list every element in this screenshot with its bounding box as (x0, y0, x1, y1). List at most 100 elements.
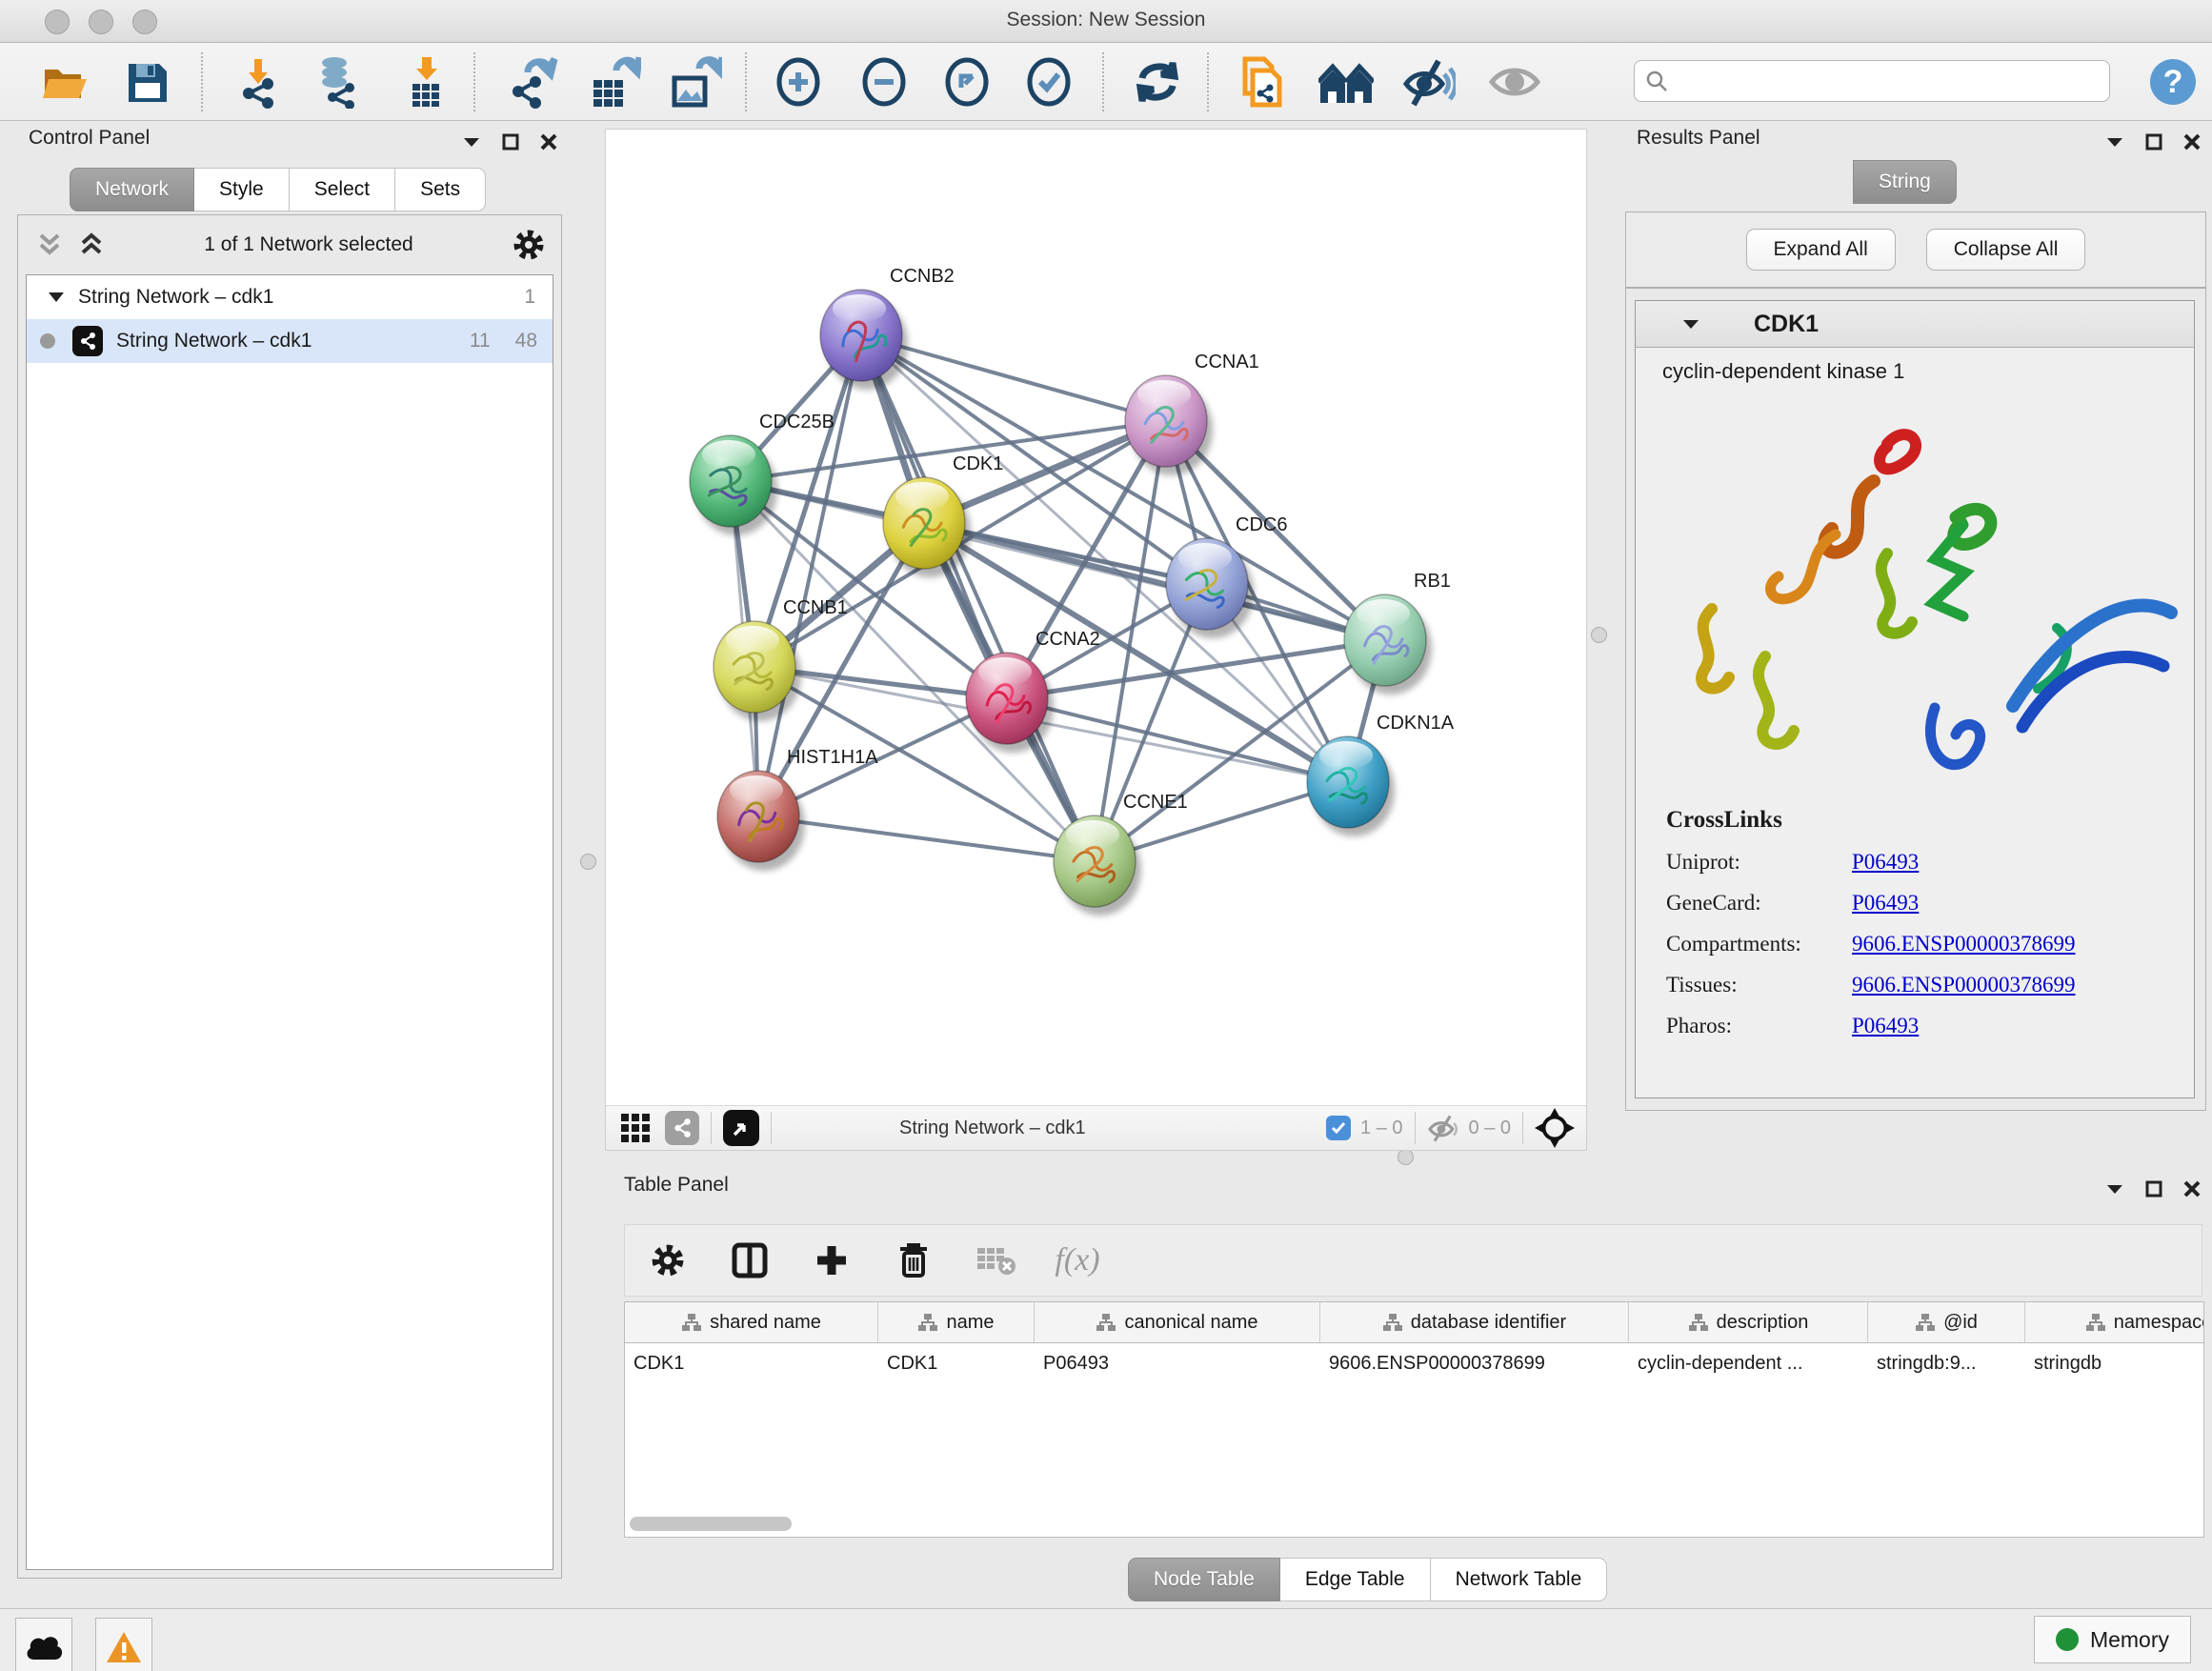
tab-network[interactable]: Network (70, 168, 194, 211)
crosslink-link[interactable]: P06493 (1852, 850, 1919, 875)
crosslink-link[interactable]: P06493 (1852, 891, 1919, 916)
table-cell[interactable]: P06493 (1035, 1343, 1320, 1383)
network-canvas[interactable]: CCNB2CCNA1CDC25BCDK1CDC6RB1CCNB1CCNA2CDK… (605, 129, 1587, 1107)
crosslink-link[interactable]: 9606.ENSP00000378699 (1852, 932, 2076, 956)
column-header-name[interactable]: name (878, 1302, 1035, 1342)
tab-network-table[interactable]: Network Table (1431, 1558, 1608, 1601)
panel-close-icon[interactable] (2183, 133, 2201, 151)
paste-style-button[interactable] (1235, 54, 1290, 110)
gear-icon[interactable] (512, 228, 546, 262)
help-button[interactable]: ? (2145, 54, 2201, 110)
network-graph[interactable]: CCNB2CCNA1CDC25BCDK1CDC6RB1CCNB1CCNA2CDK… (606, 130, 1586, 1106)
memory-button[interactable]: Memory (2034, 1616, 2191, 1663)
panel-menu-icon[interactable] (2105, 135, 2124, 149)
network-overview-button[interactable] (1318, 54, 1374, 110)
panel-float-icon[interactable] (2145, 1180, 2162, 1198)
zoom-fit-button[interactable] (939, 54, 995, 110)
tab-style[interactable]: Style (194, 168, 290, 211)
export-network-button[interactable] (506, 54, 561, 110)
tab-edge-table[interactable]: Edge Table (1280, 1558, 1431, 1601)
network-node-RB1[interactable]: RB1 (1344, 571, 1451, 695)
network-collection-row[interactable]: String Network – cdk1 1 (27, 275, 553, 319)
tab-select[interactable]: Select (290, 168, 395, 211)
table-settings-button[interactable] (646, 1238, 690, 1282)
zoom-out-button[interactable] (856, 54, 912, 110)
collapse-all-chevrons-icon[interactable] (35, 232, 64, 258)
network-node-CDKN1A[interactable]: CDKN1A (1307, 713, 1455, 836)
network-edge[interactable] (758, 335, 861, 816)
network-node-HIST1H1A[interactable]: HIST1H1A (717, 747, 878, 871)
network-node-CCNA1[interactable]: CCNA1 (1125, 352, 1259, 475)
import-table-file-button[interactable] (398, 54, 453, 110)
network-edge[interactable] (924, 523, 1385, 640)
show-columns-button[interactable] (728, 1238, 772, 1282)
table-horizontal-scrollbar[interactable] (630, 1517, 792, 1531)
warnings-button[interactable] (95, 1618, 152, 1671)
left-splitter-handle[interactable] (580, 854, 596, 870)
column-header-namespace[interactable]: namespace (2025, 1302, 2204, 1342)
node-details-header[interactable]: CDK1 (1636, 301, 2194, 348)
import-network-database-button[interactable] (311, 54, 366, 110)
delete-table-button[interactable] (974, 1238, 1017, 1282)
expand-all-button[interactable]: Expand All (1746, 229, 1896, 271)
table-cell[interactable]: CDK1 (625, 1343, 878, 1383)
panel-float-icon[interactable] (2145, 133, 2162, 151)
table-cell[interactable]: cyclin-dependent ... (1629, 1343, 1868, 1383)
horizontal-splitter-handle[interactable] (1398, 1149, 1414, 1165)
table-row[interactable]: CDK1CDK1P064939606.ENSP00000378699cyclin… (625, 1343, 2203, 1383)
import-network-file-button[interactable] (231, 54, 286, 110)
node-label: CCNB1 (783, 597, 848, 618)
network-row-selected[interactable]: String Network – cdk1 11 48 (27, 319, 553, 363)
tab-string[interactable]: String (1853, 160, 1957, 204)
table-cell[interactable]: stringdb:9... (1868, 1343, 2025, 1383)
save-session-button[interactable] (119, 54, 174, 110)
show-all-hidden-button[interactable] (1487, 54, 1542, 110)
selected-checkbox[interactable] (1326, 1116, 1351, 1140)
search-input[interactable] (1669, 70, 2109, 93)
column-header-shared-name[interactable]: shared name (625, 1302, 878, 1342)
panel-close-icon[interactable] (540, 133, 557, 151)
table-cell[interactable]: CDK1 (878, 1343, 1035, 1383)
network-node-CDC25B[interactable]: CDC25B (690, 412, 835, 535)
column-header-@id[interactable]: @id (1868, 1302, 2025, 1342)
export-table-button[interactable] (587, 54, 642, 110)
crosslink-link[interactable]: P06493 (1852, 1014, 1919, 1038)
zoom-in-button[interactable] (771, 54, 826, 110)
panel-close-icon[interactable] (2183, 1180, 2201, 1198)
cloud-status-button[interactable] (15, 1618, 72, 1671)
center-view-crosshair-icon[interactable] (1535, 1108, 1575, 1148)
expand-all-chevrons-icon[interactable] (77, 232, 106, 258)
open-session-button[interactable] (37, 54, 92, 110)
export-image-button[interactable] (668, 54, 723, 110)
zoom-selected-button[interactable] (1021, 54, 1076, 110)
network-node-CDC6[interactable]: CDC6 (1166, 514, 1287, 638)
tree-expander-icon[interactable] (48, 291, 65, 304)
tab-sets[interactable]: Sets (395, 168, 486, 211)
network-node-CCNB2[interactable]: CCNB2 (820, 266, 955, 390)
panel-float-icon[interactable] (502, 133, 519, 151)
crosslink-link[interactable]: 9606.ENSP00000378699 (1852, 973, 2076, 997)
network-edge[interactable] (861, 335, 1095, 861)
table-cell[interactable]: 9606.ENSP00000378699 (1320, 1343, 1629, 1383)
collapse-entry-icon[interactable] (1681, 317, 1700, 331)
panel-menu-icon[interactable] (462, 135, 481, 149)
table-cell[interactable]: stringdb (2025, 1343, 2204, 1383)
function-builder-button[interactable]: f(x) (1056, 1238, 1099, 1282)
tab-node-table[interactable]: Node Table (1128, 1558, 1280, 1601)
panel-menu-icon[interactable] (2105, 1182, 2124, 1196)
column-header-description[interactable]: description (1629, 1302, 1868, 1342)
network-edge[interactable] (758, 816, 1095, 861)
collapse-all-button[interactable]: Collapse All (1926, 229, 2086, 271)
hide-selected-button[interactable] (1401, 54, 1457, 110)
create-column-button[interactable] (810, 1238, 854, 1282)
birdseye-view-toggle[interactable] (723, 1110, 759, 1146)
refresh-view-button[interactable] (1130, 54, 1185, 110)
grid-mode-icon[interactable] (619, 1112, 652, 1144)
network-icon-badge[interactable] (665, 1111, 699, 1145)
network-node-CCNB1[interactable]: CCNB1 (714, 597, 848, 721)
column-header-canonical-name[interactable]: canonical name (1035, 1302, 1320, 1342)
search-field[interactable] (1634, 60, 2110, 102)
right-splitter-handle[interactable] (1591, 627, 1607, 643)
column-header-database-identifier[interactable]: database identifier (1320, 1302, 1629, 1342)
delete-column-button[interactable] (892, 1238, 935, 1282)
